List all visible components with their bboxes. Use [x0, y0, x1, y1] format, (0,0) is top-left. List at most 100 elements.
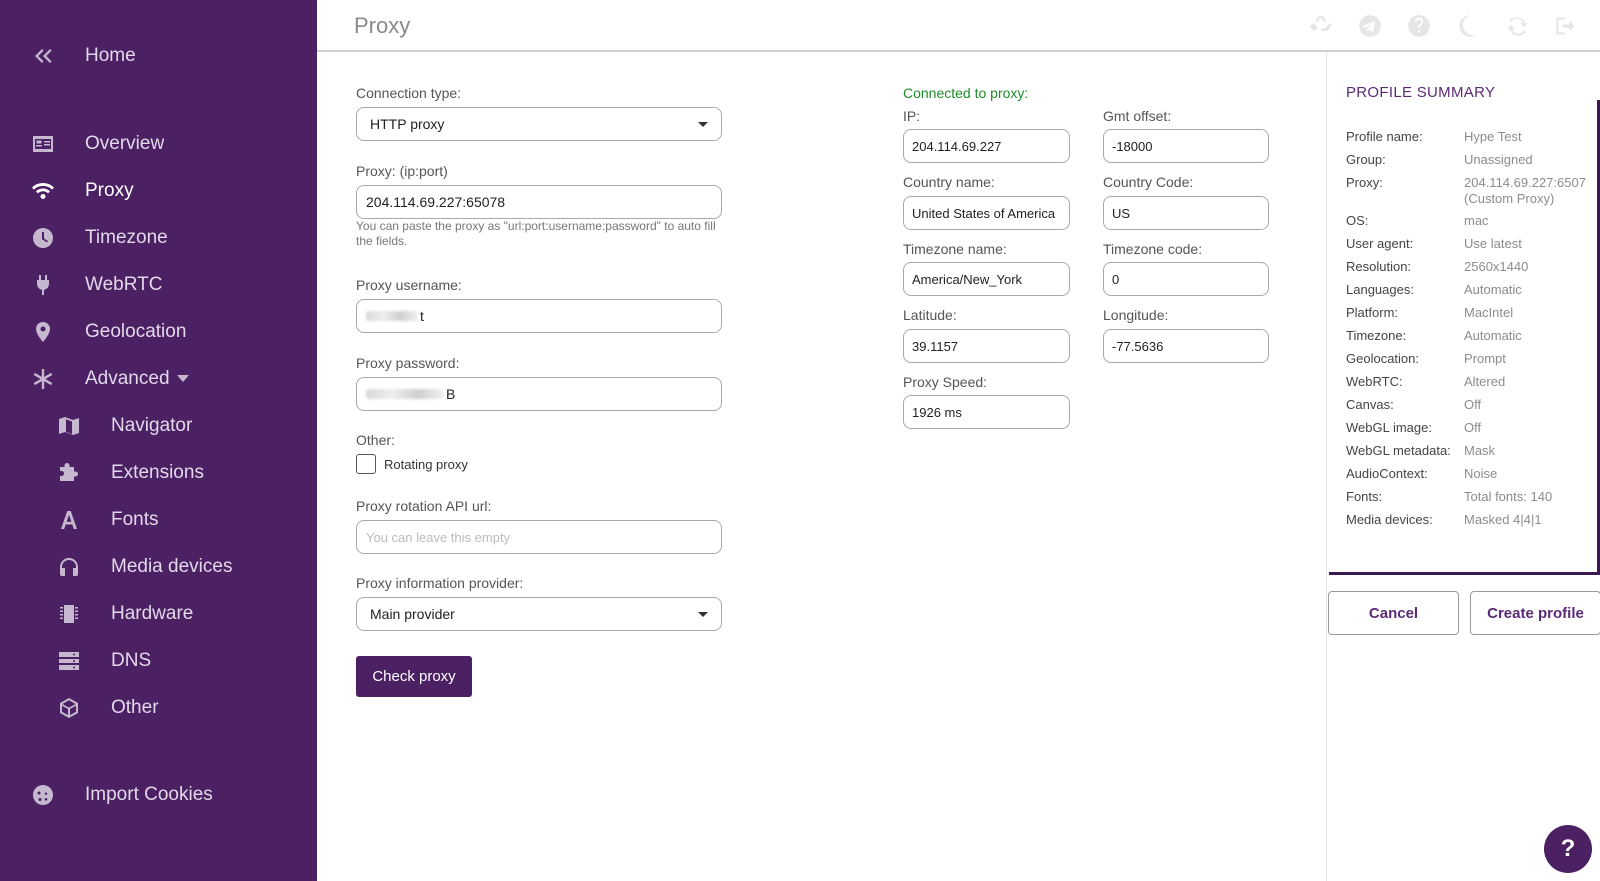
country-name-value: United States of America	[912, 205, 1056, 221]
provider-value: Main provider	[370, 606, 455, 622]
sidebar-item-other[interactable]: Other	[0, 688, 317, 728]
page-title: Proxy	[354, 13, 411, 38]
sidebar-item-label: Timezone	[85, 227, 168, 248]
sidebar-item-dns[interactable]: DNS	[0, 641, 317, 681]
username-value: t	[420, 308, 424, 324]
ip-field[interactable]: 204.114.69.227	[903, 129, 1070, 163]
ip-value: 204.114.69.227	[912, 138, 1002, 154]
password-value: B	[446, 386, 456, 402]
profile-summary-list[interactable]: Profile name: Hype Test Group: Unassigned …	[1327, 114, 1600, 572]
sidebar-item-import-cookies[interactable]: Import Cookies	[0, 775, 317, 815]
profile-summary-title: PROFILE SUMMARY	[1346, 84, 1496, 101]
asterisk-icon	[29, 365, 57, 393]
timezone-name-field[interactable]: America/New_York	[903, 262, 1070, 296]
password-input[interactable]: B	[356, 377, 722, 411]
longitude-label: Longitude:	[1103, 307, 1169, 323]
cookie-icon	[29, 781, 57, 809]
rotation-api-label: Proxy rotation API url:	[356, 498, 492, 514]
recycle-icon[interactable]	[1307, 12, 1335, 40]
server-icon	[55, 647, 83, 675]
proxy-value: 204.114.69.227:65078	[366, 194, 506, 210]
longitude-value: -77.5636	[1112, 338, 1164, 354]
sidebar-item-label: Media devices	[111, 556, 233, 577]
sidebar-item-label: Geolocation	[85, 321, 187, 342]
sidebar-item-label: Other	[111, 697, 159, 718]
sidebar-item-hardware[interactable]: Hardware	[0, 594, 317, 634]
sidebar-item-geolocation[interactable]: Geolocation	[0, 312, 317, 352]
wifi-icon	[29, 177, 57, 205]
check-proxy-button[interactable]: Check proxy	[356, 656, 472, 697]
redacted-text	[366, 389, 444, 399]
redacted-text	[366, 311, 418, 321]
clock-icon	[29, 224, 57, 252]
sidebar-item-extensions[interactable]: Extensions	[0, 453, 317, 493]
map-pin-icon	[29, 318, 57, 346]
chevron-down-icon	[177, 375, 189, 382]
country-code-value: US	[1112, 205, 1131, 221]
moon-icon[interactable]	[1454, 12, 1482, 40]
connection-type-value: HTTP proxy	[370, 116, 445, 132]
rotating-proxy-checkbox[interactable]	[356, 454, 376, 474]
help-button[interactable]: ?	[1544, 825, 1592, 873]
chip-icon	[55, 600, 83, 628]
telegram-icon[interactable]	[1356, 12, 1384, 40]
summary-divider	[1329, 572, 1600, 575]
sidebar-item-label: DNS	[111, 650, 152, 671]
headphones-icon	[55, 553, 83, 581]
sidebar-item-label: WebRTC	[85, 274, 163, 295]
map-icon	[55, 412, 83, 440]
plug-icon	[29, 271, 57, 299]
sidebar-item-advanced[interactable]: Advanced	[0, 359, 317, 399]
top-header: Proxy	[317, 0, 1600, 52]
proxy-input[interactable]: 204.114.69.227:65078	[356, 185, 722, 219]
sidebar-item-label: Home	[85, 45, 136, 66]
rotation-api-placeholder: You can leave this empty	[366, 529, 511, 545]
username-label: Proxy username:	[356, 277, 462, 293]
country-name-field[interactable]: United States of America	[903, 196, 1070, 230]
latitude-value: 39.1157	[912, 338, 959, 354]
provider-select[interactable]: Main provider	[356, 597, 722, 631]
connection-type-label: Connection type:	[356, 85, 462, 101]
proxy-label: Proxy: (ip:port)	[356, 163, 448, 179]
create-profile-button[interactable]: Create profile	[1470, 591, 1600, 635]
latitude-field[interactable]: 39.1157	[903, 329, 1070, 363]
dropdown-arrow-icon	[698, 122, 708, 127]
sidebar-item-home[interactable]: Home	[0, 36, 317, 76]
proxy-speed-label: Proxy Speed:	[903, 374, 988, 390]
proxy-speed-field[interactable]: 1926 ms	[903, 395, 1070, 429]
sidebar-item-label: Import Cookies	[85, 784, 213, 805]
longitude-field[interactable]: -77.5636	[1103, 329, 1269, 363]
timezone-code-field[interactable]: 0	[1103, 262, 1269, 296]
sidebar-item-fonts[interactable]: Fonts	[0, 500, 317, 540]
sign-out-icon[interactable]	[1552, 12, 1580, 40]
profile-summary-panel: PROFILE SUMMARY Profile name: Hype Test G…	[1326, 52, 1600, 881]
sidebar-item-overview[interactable]: Overview	[0, 124, 317, 164]
rotation-api-input[interactable]: You can leave this empty	[356, 520, 722, 554]
proxy-speed-value: 1926 ms	[912, 404, 962, 420]
connection-status: Connected to proxy:	[903, 85, 1029, 101]
sidebar-item-label: Overview	[85, 133, 165, 154]
sidebar-item-label: Navigator	[111, 415, 193, 436]
connection-type-select[interactable]: HTTP proxy	[356, 107, 722, 141]
sidebar-item-webrtc[interactable]: WebRTC	[0, 265, 317, 305]
puzzle-icon	[55, 459, 83, 487]
username-input[interactable]: t	[356, 299, 722, 333]
sidebar: Home Overview Proxy Timezone WebRTC Geol…	[0, 0, 317, 881]
country-code-field[interactable]: US	[1103, 196, 1269, 230]
sidebar-item-timezone[interactable]: Timezone	[0, 218, 317, 258]
dropdown-arrow-icon	[698, 612, 708, 617]
sync-icon[interactable]	[1503, 12, 1531, 40]
cancel-button[interactable]: Cancel	[1328, 591, 1459, 635]
rotating-proxy-label[interactable]: Rotating proxy	[384, 457, 468, 472]
other-label: Other:	[356, 432, 395, 448]
sidebar-item-proxy[interactable]: Proxy	[0, 171, 317, 211]
proxy-help-text: You can paste the proxy as "url:port:use…	[356, 219, 716, 248]
sidebar-item-label: Hardware	[111, 603, 194, 624]
sidebar-item-navigator[interactable]: Navigator	[0, 406, 317, 446]
timezone-name-label: Timezone name:	[903, 241, 1007, 257]
gmt-offset-field[interactable]: -18000	[1103, 129, 1269, 163]
sidebar-item-media-devices[interactable]: Media devices	[0, 547, 317, 587]
timezone-code-value: 0	[1112, 271, 1120, 287]
latitude-label: Latitude:	[903, 307, 957, 323]
question-icon[interactable]	[1405, 12, 1433, 40]
